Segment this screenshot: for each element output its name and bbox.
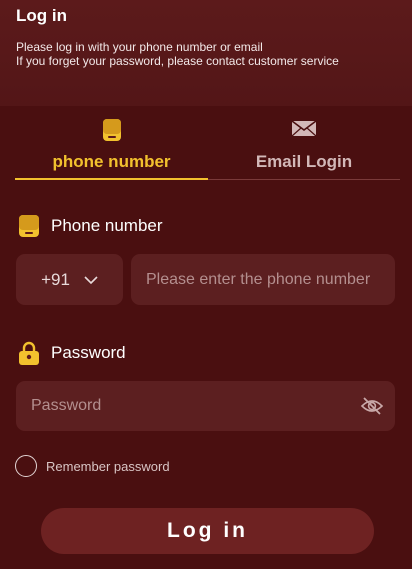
eye-off-icon[interactable] [360,394,384,418]
chevron-down-icon [84,270,98,290]
tab-active-indicator [15,178,208,180]
country-code-select[interactable]: +91 [16,254,123,305]
login-form: phone number Email Login Phone number +9… [0,106,412,569]
lock-icon [18,341,40,365]
remember-label: Remember password [46,458,170,474]
login-button[interactable]: Log in [41,508,374,554]
remember-password-toggle[interactable]: Remember password [15,455,170,477]
phone-icon [102,118,122,147]
subtitle-line-2: If you forget your password, please cont… [16,54,339,68]
page-title: Log in [16,6,67,25]
phone-label-text: Phone number [51,216,163,235]
subtitle-line-1: Please log in with your phone number or … [16,40,263,54]
phone-icon [18,214,40,238]
remember-radio[interactable] [15,455,37,477]
tab-email-label: Email Login [255,152,353,171]
mail-icon [291,118,317,143]
tab-phone-number[interactable]: phone number [15,116,208,182]
login-header: Log in Please log in with your phone num… [0,0,412,106]
password-input[interactable] [16,381,395,431]
country-code-value: +91 [41,269,70,289]
login-tabs: phone number Email Login [15,116,400,182]
phone-number-input[interactable] [131,254,395,305]
password-label-text: Password [51,343,126,362]
tab-email-login[interactable]: Email Login [208,116,400,182]
password-field-label: Password [18,341,126,365]
tab-phone-label: phone number [52,152,171,171]
phone-field-label: Phone number [18,214,163,238]
page-subtitle: Please log in with your phone number or … [16,40,396,68]
